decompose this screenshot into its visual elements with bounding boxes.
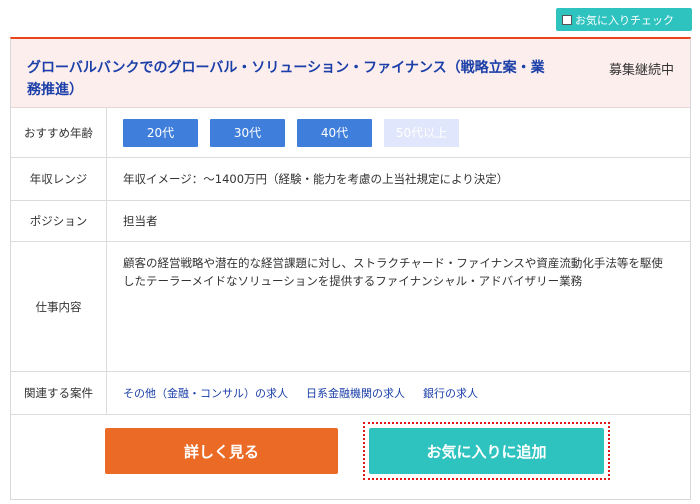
status-badge: 募集継続中 bbox=[608, 63, 674, 78]
related-row: 関連する案件 その他（金融・コンサル）の求人 日系金融機関の求人 銀行の求人 bbox=[11, 372, 690, 415]
favorite-button-focus-ring: お気に入りに追加 bbox=[363, 422, 610, 480]
age-options: 20代 30代 40代 50代以上 bbox=[107, 108, 690, 157]
related-links: その他（金融・コンサル）の求人 日系金融機関の求人 銀行の求人 bbox=[107, 372, 690, 414]
related-link-other-finance[interactable]: その他（金融・コンサル）の求人 bbox=[123, 385, 288, 401]
income-value: 年収イメージ：～1400万円（経験・能力を考慮の上当社規定により決定） bbox=[123, 172, 509, 186]
work-label: 仕事内容 bbox=[11, 242, 107, 371]
favorite-check-button[interactable]: お気に入りチェック bbox=[556, 8, 692, 31]
age-option-40s[interactable]: 40代 bbox=[297, 118, 372, 147]
age-option-20s[interactable]: 20代 bbox=[123, 118, 198, 147]
age-row: おすすめ年齢 20代 30代 40代 50代以上 bbox=[11, 108, 690, 158]
age-label: おすすめ年齢 bbox=[11, 108, 107, 157]
add-favorite-button[interactable]: お気に入りに追加 bbox=[369, 428, 604, 474]
work-row: 仕事内容 顧客の経営戦略や潜在的な経営課題に対し、ストラクチャード・ファイナンス… bbox=[11, 242, 690, 372]
action-bar: 詳しく見る お気に入りに追加 bbox=[11, 415, 690, 499]
position-value: 担当者 bbox=[123, 214, 158, 228]
related-label: 関連する案件 bbox=[11, 372, 107, 414]
position-label: ポジション bbox=[11, 201, 107, 241]
age-option-50s-plus: 50代以上 bbox=[384, 118, 459, 147]
age-option-30s[interactable]: 30代 bbox=[210, 118, 285, 147]
job-header: グローバルバンクでのグローバル・ソリューション・ファイナンス（戦略立案・業務推進… bbox=[11, 39, 690, 108]
work-value: 顧客の経営戦略や潜在的な経営課題に対し、ストラクチャード・ファイナンスや資産流動… bbox=[123, 256, 663, 288]
related-link-japanese-finance[interactable]: 日系金融機関の求人 bbox=[306, 385, 405, 401]
job-title[interactable]: グローバルバンクでのグローバル・ソリューション・ファイナンス（戦略立案・業務推進… bbox=[27, 57, 557, 101]
income-label: 年収レンジ bbox=[11, 158, 107, 200]
related-link-bank[interactable]: 銀行の求人 bbox=[423, 385, 478, 401]
detail-button[interactable]: 詳しく見る bbox=[105, 428, 338, 474]
checkbox-icon[interactable] bbox=[562, 14, 572, 25]
income-row: 年収レンジ 年収イメージ：～1400万円（経験・能力を考慮の上当社規定により決定… bbox=[11, 158, 690, 201]
job-card: グローバルバンクでのグローバル・ソリューション・ファイナンス（戦略立案・業務推進… bbox=[10, 37, 691, 500]
position-row: ポジション 担当者 bbox=[11, 201, 690, 242]
favorite-check-label: お気に入りチェック bbox=[575, 13, 674, 27]
